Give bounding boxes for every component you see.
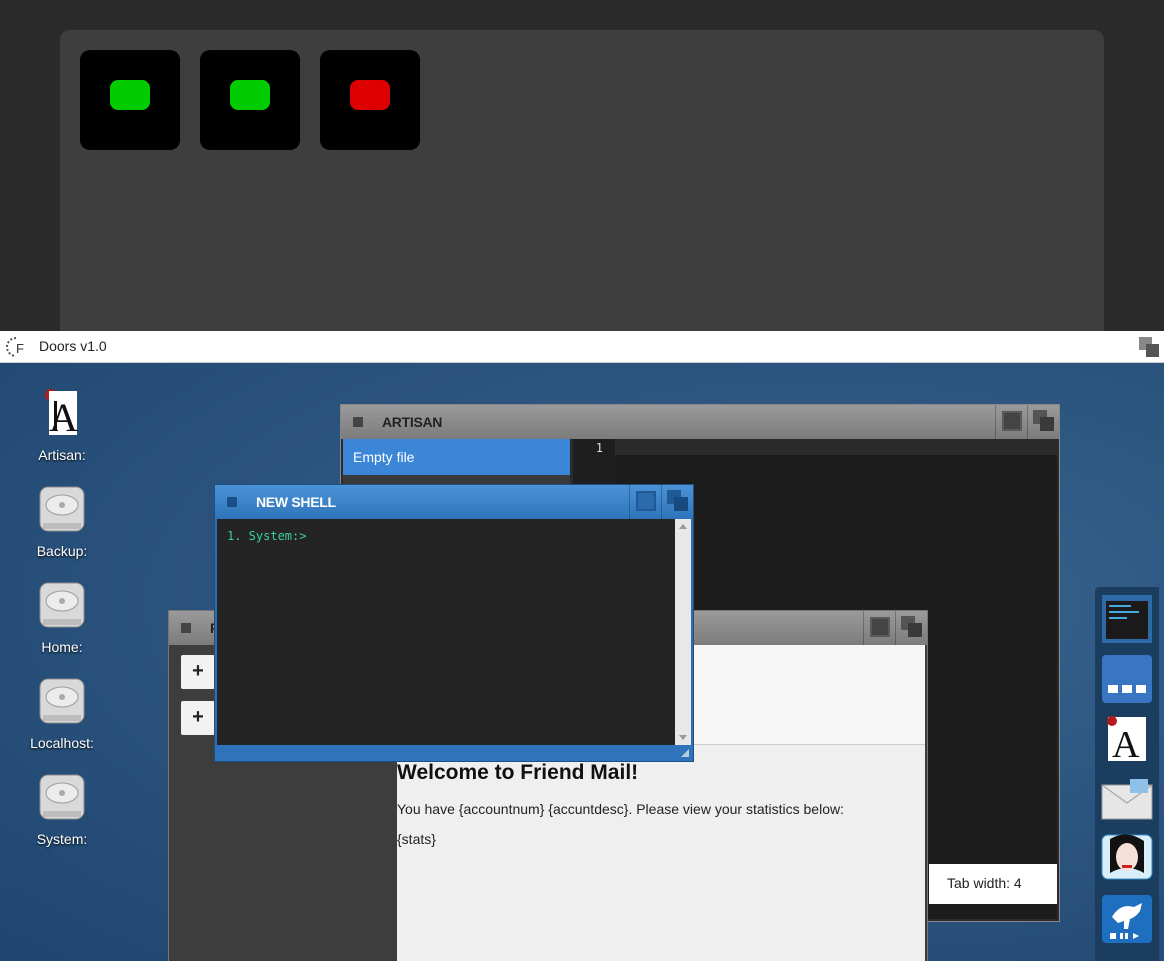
line-number: 1 — [595, 441, 603, 455]
resize-handle-icon[interactable] — [680, 748, 690, 758]
shell-scrollbar[interactable] — [675, 519, 691, 745]
window-stack-icon — [901, 616, 922, 637]
maximize-button[interactable] — [863, 611, 895, 645]
shell-footer — [215, 745, 693, 761]
window-title: ARTISAN — [382, 414, 443, 430]
status-tile-3[interactable] — [320, 50, 420, 150]
taskbar-title: Doors v1.0 — [39, 338, 107, 354]
artisan-icon[interactable]: A — [1100, 713, 1154, 765]
svg-text:A: A — [49, 395, 78, 440]
svg-text:A: A — [1112, 724, 1140, 765]
desktop-icon-label: Localhost: — [30, 735, 94, 751]
maximize-icon — [636, 491, 656, 511]
desktop: A Artisan: Backup: Home: Localhost: Syst… — [0, 363, 1164, 961]
desktop-icon-artisan[interactable]: A Artisan: — [22, 387, 102, 463]
green-led-icon — [110, 80, 150, 110]
status-tile-2[interactable] — [200, 50, 300, 150]
maximize-button[interactable] — [995, 405, 1027, 439]
hard-drive-icon — [39, 774, 85, 820]
window-stack-icon — [1033, 410, 1054, 431]
tab-width-status[interactable]: Tab width: 4 — [929, 864, 1057, 904]
tab-width-label: Tab width: 4 — [947, 875, 1022, 891]
shell-titlebar[interactable]: NEW SHELL — [215, 485, 693, 519]
desktop-icon-label: Artisan: — [38, 447, 86, 463]
svg-text:F: F — [16, 341, 24, 356]
desktop-icon-localhost[interactable]: Localhost: — [22, 675, 102, 751]
top-zone — [0, 0, 1164, 331]
desktop-icon-system[interactable]: System: — [22, 771, 102, 847]
maximize-button[interactable] — [629, 485, 661, 519]
mail-heading: Welcome to Friend Mail! — [397, 761, 639, 784]
artisan-titlebar[interactable]: ARTISAN — [341, 405, 1059, 439]
window-stack-icon — [667, 490, 688, 511]
dock: A — [1095, 587, 1159, 961]
mail-text: You have {accountnum} {accuntdesc}. Plea… — [397, 801, 844, 817]
desktop-icon-home[interactable]: Home: — [22, 579, 102, 655]
mail-icon[interactable] — [1100, 773, 1154, 825]
taskbar: F Doors v1.0 — [0, 331, 1164, 363]
status-panel — [60, 30, 1104, 331]
media-player-icon[interactable] — [1100, 893, 1154, 945]
red-led-icon — [350, 80, 390, 110]
green-led-icon — [230, 80, 270, 110]
shell-window: NEW SHELL 1. System:> — [214, 484, 694, 762]
window-menu-icon[interactable] — [353, 417, 363, 427]
friend-logo-icon[interactable]: F — [4, 336, 28, 358]
desktop-icon-label: System: — [36, 831, 88, 847]
status-tile-1[interactable] — [80, 50, 180, 150]
desktop-icon-label: Home: — [41, 639, 83, 655]
avatar-icon[interactable] — [1100, 833, 1154, 885]
shell-prompt: 1. System:> — [227, 529, 307, 543]
add-account-button[interactable]: + — [181, 655, 215, 689]
maximize-icon — [1002, 411, 1022, 431]
workspace-icon[interactable] — [1100, 653, 1154, 705]
minimize-button[interactable] — [661, 485, 693, 519]
desktop-icon-label: Backup: — [36, 543, 88, 559]
hard-drive-icon — [39, 486, 85, 532]
window-menu-icon[interactable] — [181, 623, 191, 633]
maximize-icon — [870, 617, 890, 637]
desktop-icon-backup[interactable]: Backup: — [22, 483, 102, 559]
mail-stats: {stats} — [397, 831, 436, 847]
artisan-icon: A — [45, 389, 78, 440]
scroll-arrows-icon — [679, 524, 687, 740]
hard-drive-icon — [39, 582, 85, 628]
file-item[interactable]: Empty file — [343, 439, 570, 475]
hard-drive-icon — [39, 678, 85, 724]
minimize-button[interactable] — [895, 611, 927, 645]
shell-output[interactable]: 1. System:> — [217, 519, 691, 745]
window-title: NEW SHELL — [256, 494, 336, 510]
minimize-button[interactable] — [1027, 405, 1059, 439]
window-cycle-icon[interactable] — [1138, 336, 1160, 358]
current-line-highlight — [615, 439, 1057, 455]
shell-icon[interactable] — [1100, 593, 1154, 645]
window-menu-icon[interactable] — [227, 497, 237, 507]
add-folder-button[interactable]: + — [181, 701, 215, 735]
